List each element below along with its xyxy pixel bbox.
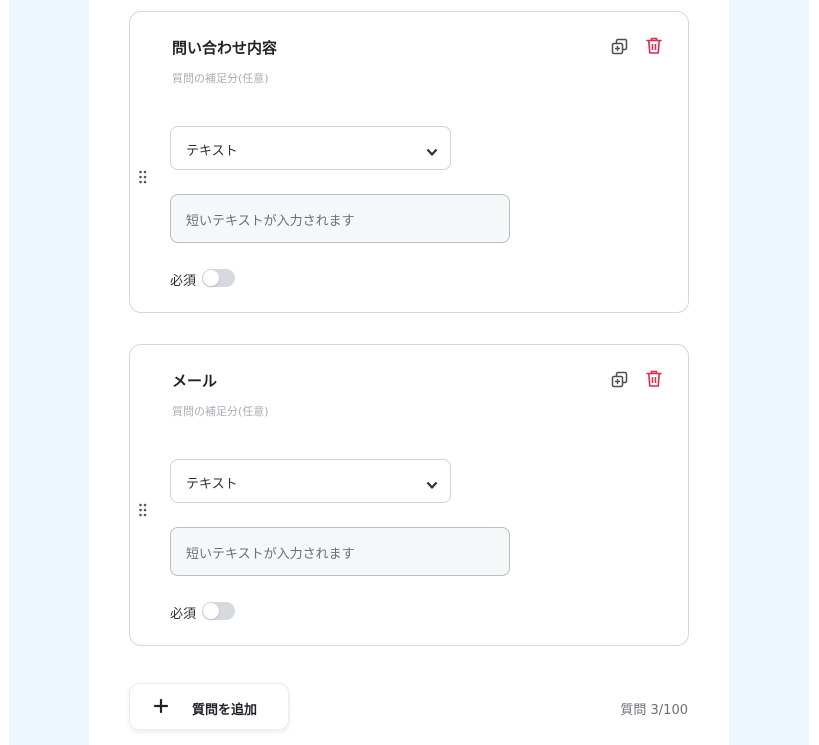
question-card: メール 質問の補足分(任意) テキスト 短いテキストが入力されます 必須 [129, 344, 689, 646]
question-type-select[interactable]: テキスト [170, 459, 451, 503]
trash-icon[interactable] [645, 370, 663, 388]
question-description-field[interactable]: 質問の補足分(任意) [172, 70, 269, 86]
drag-handle-icon[interactable] [138, 169, 148, 184]
add-question-label: 質問を追加 [192, 703, 258, 718]
question-type-select[interactable]: テキスト [170, 126, 451, 170]
toggle-knob [203, 270, 219, 286]
question-counter: 質問 3/100 [620, 703, 688, 718]
answer-preview-field: 短いテキストが入力されます [170, 194, 510, 243]
question-description-field[interactable]: 質問の補足分(任意) [172, 403, 269, 419]
question-title[interactable]: 問い合わせ内容 [172, 37, 277, 58]
add-question-button[interactable]: 質問を追加 [129, 683, 289, 730]
trash-icon[interactable] [645, 37, 663, 55]
answer-preview-text: 短いテキストが入力されます [186, 214, 355, 229]
required-label: 必須 [170, 274, 197, 289]
question-title[interactable]: メール [172, 370, 217, 391]
required-label: 必須 [170, 607, 197, 622]
plus-icon [153, 698, 169, 714]
chevron-down-icon [426, 143, 438, 156]
toggle-knob [203, 603, 219, 619]
answer-preview-field: 短いテキストが入力されます [170, 527, 510, 576]
required-toggle[interactable] [202, 602, 235, 620]
answer-preview-text: 短いテキストが入力されます [186, 547, 355, 562]
chevron-down-icon [426, 476, 438, 489]
copy-icon[interactable] [610, 370, 628, 388]
question-type-value: テキスト [186, 144, 238, 159]
required-toggle[interactable] [202, 269, 235, 287]
question-card: 問い合わせ内容 質問の補足分(任意) テキスト 短いテキストが入力されます 必須 [129, 11, 689, 313]
copy-icon[interactable] [610, 37, 628, 55]
drag-handle-icon[interactable] [138, 502, 148, 517]
question-type-value: テキスト [186, 477, 238, 492]
